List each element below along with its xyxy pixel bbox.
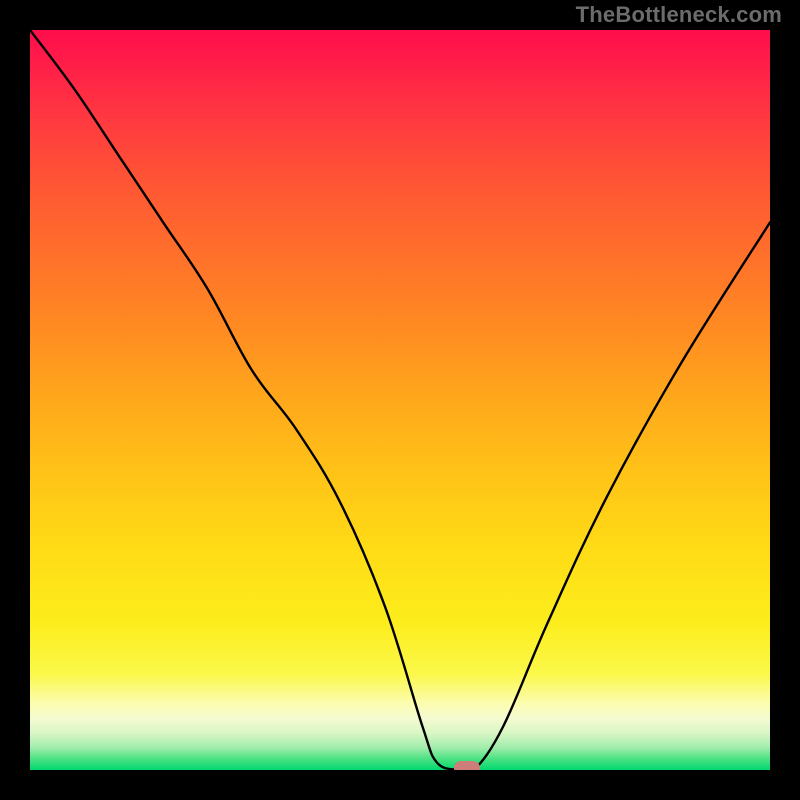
bottleneck-curve (30, 30, 770, 770)
watermark-text: TheBottleneck.com (576, 2, 782, 28)
optimal-point-marker (454, 761, 480, 770)
plot-area (30, 30, 770, 770)
chart-frame: TheBottleneck.com (0, 0, 800, 800)
